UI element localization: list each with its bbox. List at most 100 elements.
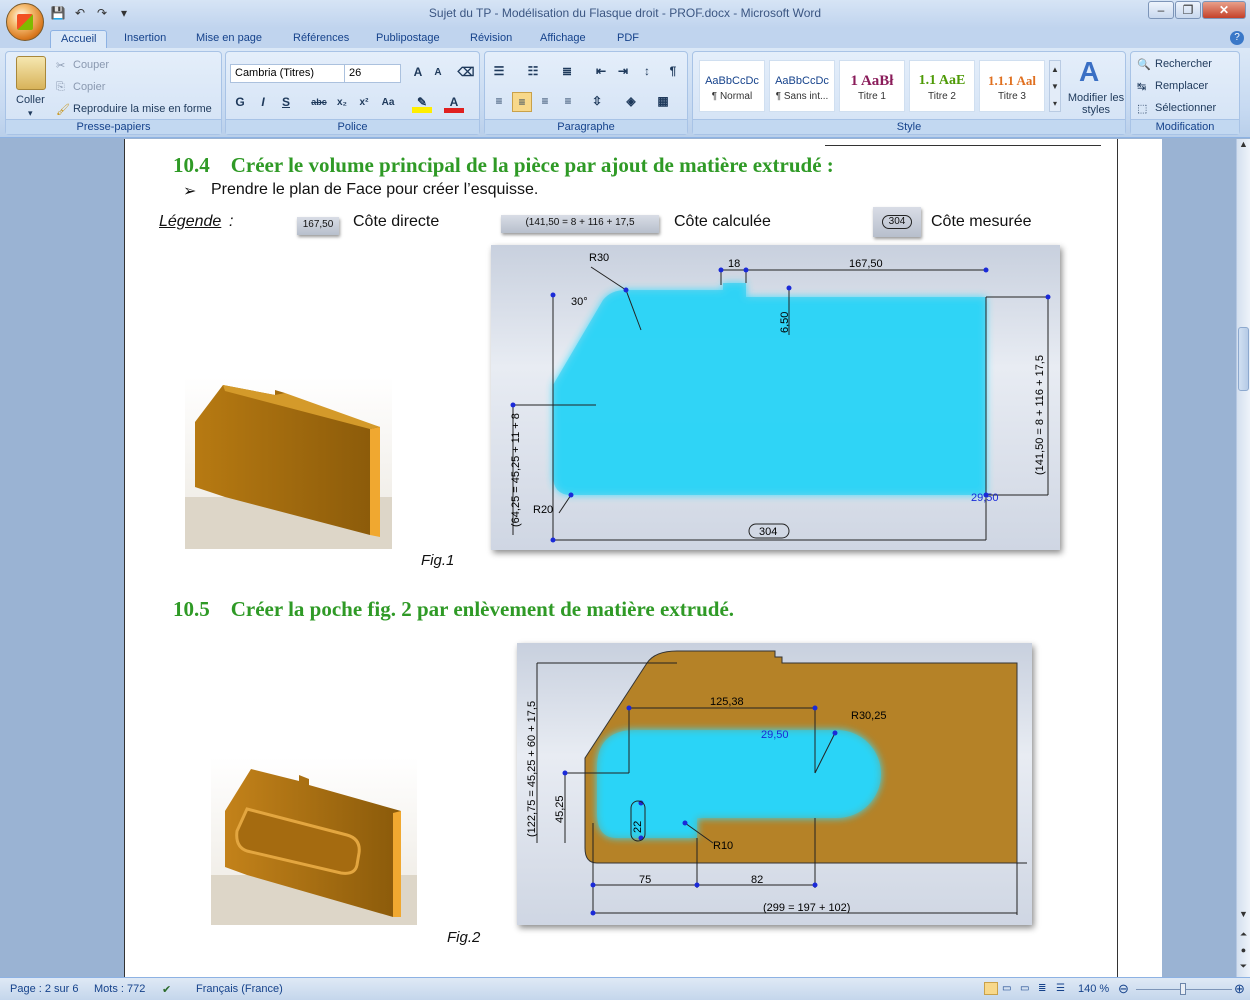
change-case-icon[interactable]: Aa (378, 93, 398, 113)
page-count[interactable]: Page : 2 sur 6 (10, 983, 79, 995)
copy-button[interactable]: Copier (73, 81, 105, 93)
borders-icon[interactable]: ▦ (653, 92, 673, 112)
sort-icon[interactable]: ↕ (637, 62, 657, 82)
style-name: Titre 2 (928, 91, 956, 102)
font-family-select[interactable]: Cambria (Titres) (230, 64, 345, 83)
style-titre-1[interactable]: 1 AaBł Titre 1 (839, 60, 905, 112)
style-normal[interactable]: AaBbCcDc ¶ Normal (699, 60, 765, 112)
modify-styles-button[interactable]: Modifier les styles (1067, 92, 1125, 116)
tab-pdf[interactable]: PDF (607, 30, 649, 48)
zoom-slider-thumb[interactable] (1180, 983, 1186, 995)
zoom-out-icon[interactable]: ⊖ (1118, 981, 1129, 997)
cut-button[interactable]: Couper (73, 59, 109, 71)
dim-18: 18 (728, 258, 740, 270)
browse-object-icon[interactable]: ● (1237, 945, 1250, 959)
style-titre-2[interactable]: 1.1 AaE Titre 2 (909, 60, 975, 112)
numbering-icon[interactable]: ☷ (523, 62, 543, 82)
tab-insertion[interactable]: Insertion (114, 30, 176, 48)
tab-accueil[interactable]: Accueil (50, 30, 108, 48)
italic-icon[interactable]: I (253, 93, 273, 113)
part-pocket-3d-icon (211, 769, 417, 925)
increase-indent-icon[interactable]: ⇥ (613, 62, 633, 82)
scroll-thumb[interactable] (1238, 327, 1249, 391)
strikethrough-icon[interactable]: abc (309, 93, 329, 113)
group-paragraph: ☰ ☷ ≣ ⇤ ⇥ ↕ ¶ ≡ ≡ ≡ ≡ ⇳ ◈ ▦ Paragraphe (484, 51, 688, 135)
legend-calculated-box: (141,50 = 8 + 116 + 17,5 (501, 215, 659, 233)
dim-6-50: 6,50 (779, 312, 791, 333)
ribbon-tabs: Accueil Insertion Mise en page Référence… (0, 28, 1250, 48)
paste-button[interactable]: Coller (16, 94, 45, 106)
align-left-icon[interactable]: ≡ (489, 92, 509, 112)
next-page-icon[interactable]: ⏷ (1237, 961, 1250, 975)
paste-dropdown-icon[interactable]: ▾ (28, 108, 33, 119)
format-painter-button[interactable]: Reproduire la mise en forme (73, 103, 212, 115)
superscript-icon[interactable]: x² (354, 93, 374, 113)
legend-colon: : (229, 213, 234, 230)
language[interactable]: Français (France) (196, 983, 283, 995)
font-size-select[interactable]: 26 (344, 64, 401, 83)
select-button[interactable]: Sélectionner (1155, 102, 1216, 114)
style-preview: AaBbCcDc (775, 75, 829, 87)
tab-publipostage[interactable]: Publipostage (366, 30, 450, 48)
align-center-icon[interactable]: ≡ (512, 92, 532, 112)
vertical-scrollbar[interactable]: ▲ ▼ ⏶ ● ⏷ (1236, 139, 1250, 977)
style-name: Titre 3 (998, 91, 1026, 102)
view-fullscreen-icon[interactable]: ▭ (1002, 983, 1011, 994)
multilevel-list-icon[interactable]: ≣ (557, 62, 577, 82)
style-titre-3[interactable]: 1.1.1 Aal Titre 3 (979, 60, 1045, 112)
scroll-down-icon[interactable]: ▼ (1237, 909, 1250, 923)
paste-icon[interactable] (16, 56, 46, 90)
line-spacing-icon[interactable]: ⇳ (587, 92, 607, 112)
underline-icon[interactable]: S (276, 93, 296, 113)
grow-font-icon[interactable]: A (408, 63, 428, 83)
view-outline-icon[interactable]: ≣ (1038, 983, 1046, 994)
tab-revision[interactable]: Révision (460, 30, 522, 48)
highlight-icon[interactable]: ✎ (412, 93, 432, 113)
style-sans-interligne[interactable]: AaBbCcDc ¶ Sans int... (769, 60, 835, 112)
font-color-icon[interactable]: A (444, 93, 464, 113)
align-right-icon[interactable]: ≡ (535, 92, 555, 112)
justify-icon[interactable]: ≡ (558, 92, 578, 112)
prev-page-icon[interactable]: ⏶ (1237, 929, 1250, 943)
dim-r30-25: R30,25 (851, 710, 886, 722)
title-bar: 💾 ↶ ↷ ▾ Sujet du TP - Modélisation du Fl… (0, 0, 1250, 28)
group-label: Presse-papiers (6, 119, 221, 134)
heading-10-5: 10.5 Créer la poche fig. 2 par enlèvemen… (173, 597, 734, 622)
zoom-in-icon[interactable]: ⊕ (1234, 981, 1245, 997)
help-icon[interactable]: ? (1230, 31, 1244, 45)
clear-format-icon[interactable]: ⌫ (456, 63, 476, 83)
shrink-font-icon[interactable]: A (428, 63, 448, 83)
heading-number: 10.4 (173, 153, 210, 177)
tab-mise-en-page[interactable]: Mise en page (186, 30, 272, 48)
minimize-button[interactable]: – (1148, 1, 1174, 19)
legend-direct-text: Côte directe (353, 213, 440, 230)
show-marks-icon[interactable]: ¶ (663, 62, 683, 82)
find-button[interactable]: Rechercher (1155, 58, 1212, 70)
dim-r30: R30 (589, 252, 609, 264)
decrease-indent-icon[interactable]: ⇤ (591, 62, 611, 82)
spellcheck-icon[interactable]: ✔ (162, 983, 171, 996)
fig1-render-image (185, 377, 392, 549)
view-web-icon[interactable]: ▭ (1020, 983, 1029, 994)
fig1-sketch: R30 18 167,50 30° 6,50 (64,25 = 45,25 + … (491, 245, 1060, 550)
replace-button[interactable]: Remplacer (1155, 80, 1208, 92)
close-button[interactable]: ✕ (1202, 1, 1246, 19)
styles-scroll[interactable]: ▲ ▼ ▾ (1049, 60, 1061, 112)
format-painter-icon: 🖌 (56, 104, 70, 116)
view-draft-icon[interactable]: ☰ (1056, 983, 1065, 994)
word-count[interactable]: Mots : 772 (94, 983, 145, 995)
style-name: Titre 1 (858, 91, 886, 102)
shading-icon[interactable]: ◈ (621, 92, 641, 112)
scroll-up-icon[interactable]: ▲ (1237, 139, 1250, 153)
bullets-icon[interactable]: ☰ (489, 62, 509, 82)
legend-measured-box: 304 (873, 207, 921, 237)
tab-references[interactable]: Références (283, 30, 359, 48)
tab-affichage[interactable]: Affichage (530, 30, 596, 48)
zoom-level[interactable]: 140 % (1078, 983, 1109, 995)
maximize-button[interactable]: ❐ (1175, 1, 1201, 19)
document-page[interactable]: 10.4 Créer le volume principal de la piè… (124, 139, 1162, 977)
view-print-layout-icon[interactable] (984, 982, 998, 995)
office-button[interactable] (6, 3, 44, 41)
bold-icon[interactable]: G (230, 93, 250, 113)
subscript-icon[interactable]: x₂ (332, 93, 352, 113)
